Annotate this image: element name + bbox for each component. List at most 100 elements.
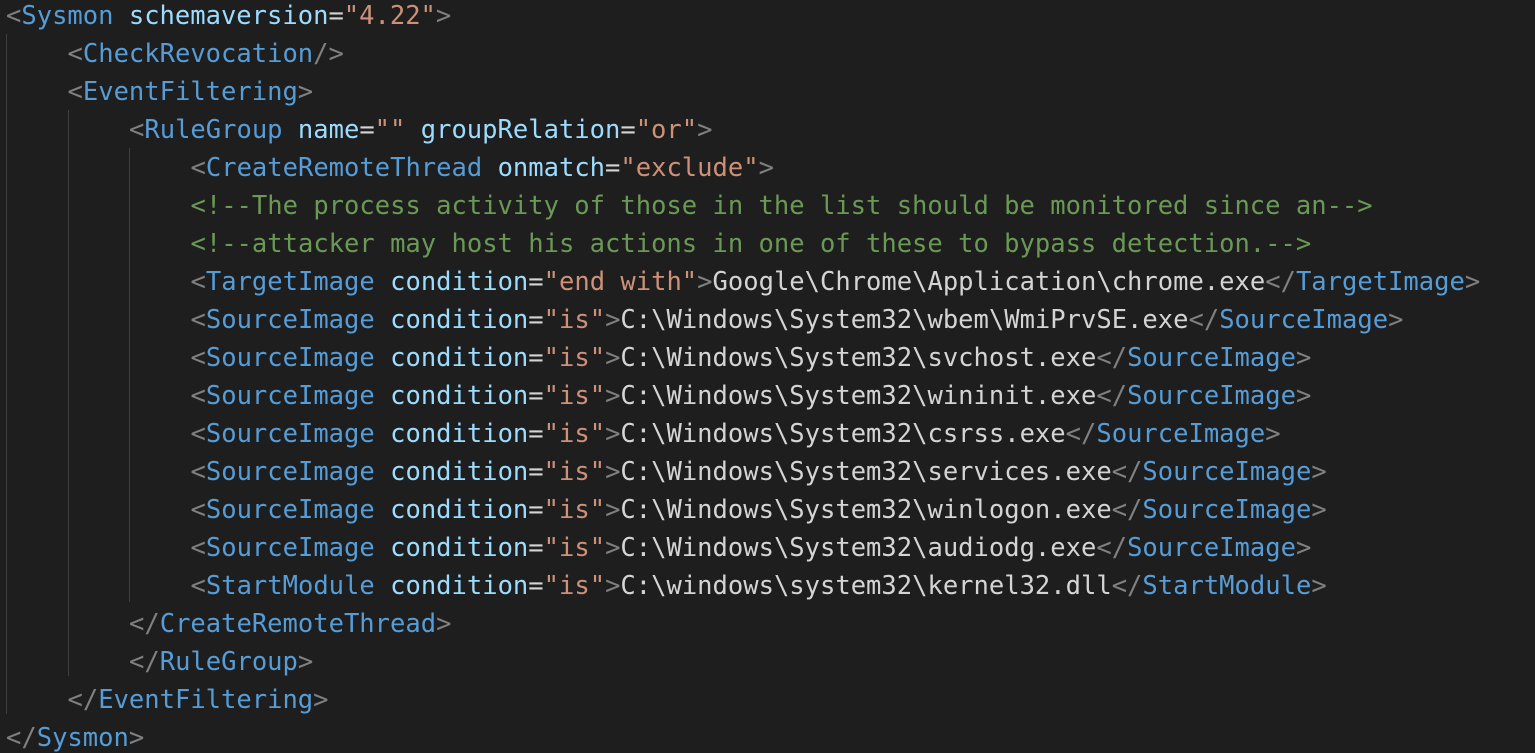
text-content (482, 153, 497, 183)
punctuation: </ (1111, 571, 1143, 601)
punctuation: < (190, 457, 206, 487)
code-line[interactable]: <SourceImage condition="is">C:\Windows\S… (191, 301, 1404, 339)
equals-sign: = (528, 457, 544, 487)
punctuation: </ (1065, 419, 1097, 449)
code-line[interactable]: <SourceImage condition="is">C:\Windows\S… (191, 453, 1327, 491)
attribute-name: condition (390, 267, 529, 297)
punctuation: > (1311, 571, 1327, 601)
indent-guide-level-2 (68, 110, 69, 676)
punctuation: > (605, 419, 621, 449)
comment: <!--The process activity of those in the… (190, 191, 1373, 221)
punctuation: > (605, 495, 621, 525)
text-content (375, 533, 390, 563)
punctuation: </ (6, 723, 37, 753)
text-content (405, 115, 420, 145)
equals-sign: = (528, 533, 544, 563)
attribute-value: "end with" (543, 267, 698, 297)
text-content (375, 495, 390, 525)
code-line[interactable]: <StartModule condition="is">C:\windows\s… (191, 567, 1327, 605)
tag-name: EventFiltering (82, 77, 298, 107)
punctuation: > (605, 343, 621, 373)
code-line[interactable]: <RuleGroup name="" groupRelation="or"> (129, 111, 712, 149)
punctuation: < (190, 495, 206, 525)
equals-sign: = (528, 571, 544, 601)
punctuation: > (436, 609, 452, 639)
attribute-name: groupRelation (420, 115, 621, 145)
text-content (113, 1, 128, 31)
text-content: C:\Windows\System32\wbem\WmiPrvSE.exe (620, 305, 1189, 335)
code-line[interactable]: <Sysmon schemaversion="4.22"> (6, 0, 451, 35)
attribute-name: condition (390, 381, 529, 411)
tag-name: Sysmon (21, 1, 114, 31)
punctuation: > (1464, 267, 1481, 297)
punctuation: < (67, 77, 83, 107)
punctuation: > (697, 115, 713, 145)
indent-guide-level-3 (129, 148, 130, 602)
equals-sign: = (359, 115, 375, 145)
attribute-name: condition (390, 495, 529, 525)
tag-name: EventFiltering (98, 685, 314, 715)
code-line[interactable]: <CheckRevocation/> (68, 35, 344, 73)
punctuation: > (758, 153, 774, 183)
tag-name: SourceImage (1127, 381, 1296, 411)
code-line[interactable]: <!--attacker may host his actions in one… (191, 225, 1312, 263)
code-line[interactable]: <SourceImage condition="is">C:\Windows\S… (191, 529, 1312, 567)
punctuation: < (190, 343, 206, 373)
punctuation: > (128, 723, 145, 753)
code-line[interactable]: <SourceImage condition="is">C:\Windows\S… (191, 377, 1312, 415)
code-line[interactable]: <CreateRemoteThread onmatch="exclude"> (191, 149, 774, 187)
tag-name: CheckRevocation (82, 39, 314, 69)
tag-name: CreateRemoteThread (205, 153, 483, 183)
attribute-name: condition (390, 343, 529, 373)
tag-name: SourceImage (205, 343, 375, 373)
text-content (375, 343, 390, 373)
code-line[interactable]: <SourceImage condition="is">C:\Windows\S… (191, 415, 1281, 453)
punctuation: < (190, 533, 206, 563)
punctuation: > (605, 305, 621, 335)
code-line[interactable]: </EventFiltering> (68, 681, 329, 719)
code-line[interactable]: <SourceImage condition="is">C:\Windows\S… (191, 339, 1312, 377)
attribute-name: onmatch (497, 153, 606, 183)
code-editor[interactable]: <Sysmon schemaversion="4.22"> <CheckRevoc… (0, 0, 1535, 753)
equals-sign: = (528, 305, 544, 335)
text-content: C:\Windows\System32\svchost.exe (620, 343, 1097, 373)
text-content: C:\Windows\System32\winlogon.exe (620, 495, 1112, 525)
code-line[interactable]: <TargetImage condition="end with">Google… (191, 263, 1481, 301)
text-content (375, 457, 390, 487)
comment: <!--attacker may host his actions in one… (190, 229, 1312, 259)
text-content: C:\Windows\System32\wininit.exe (620, 381, 1097, 411)
punctuation: </ (1096, 343, 1128, 373)
punctuation: </ (1265, 267, 1296, 297)
text-content: C:\Windows\System32\audiodg.exe (620, 533, 1097, 563)
punctuation: > (1388, 305, 1404, 335)
equals-sign: = (528, 381, 544, 411)
code-line[interactable]: <SourceImage condition="is">C:\Windows\S… (191, 491, 1327, 529)
punctuation: > (297, 77, 314, 107)
tag-name: SourceImage (1096, 419, 1266, 449)
attribute-value: "or" (635, 115, 698, 145)
punctuation: /> (313, 39, 344, 69)
code-line[interactable]: <EventFiltering> (68, 73, 314, 111)
attribute-value: "is" (543, 533, 606, 563)
tag-name: RuleGroup (144, 115, 283, 145)
code-line[interactable]: </RuleGroup> (129, 643, 313, 681)
equals-sign: = (620, 115, 636, 145)
text-content: C:\windows\system32\kernel32.dll (620, 571, 1112, 601)
code-line[interactable]: </CreateRemoteThread> (129, 605, 451, 643)
code-line[interactable]: <!--The process activity of those in the… (191, 187, 1373, 225)
punctuation: > (1295, 381, 1312, 411)
punctuation: > (697, 267, 713, 297)
code-line[interactable]: </Sysmon> (6, 719, 144, 753)
attribute-value: "is" (543, 495, 606, 525)
attribute-name: condition (390, 533, 529, 563)
punctuation: > (1311, 457, 1327, 487)
attribute-value: "is" (543, 381, 606, 411)
text-content (375, 381, 390, 411)
punctuation: > (605, 381, 621, 411)
punctuation: < (129, 115, 145, 145)
punctuation: > (605, 571, 621, 601)
punctuation: < (6, 1, 22, 31)
equals-sign: = (605, 153, 621, 183)
punctuation: </ (67, 685, 99, 715)
punctuation: > (1295, 533, 1312, 563)
